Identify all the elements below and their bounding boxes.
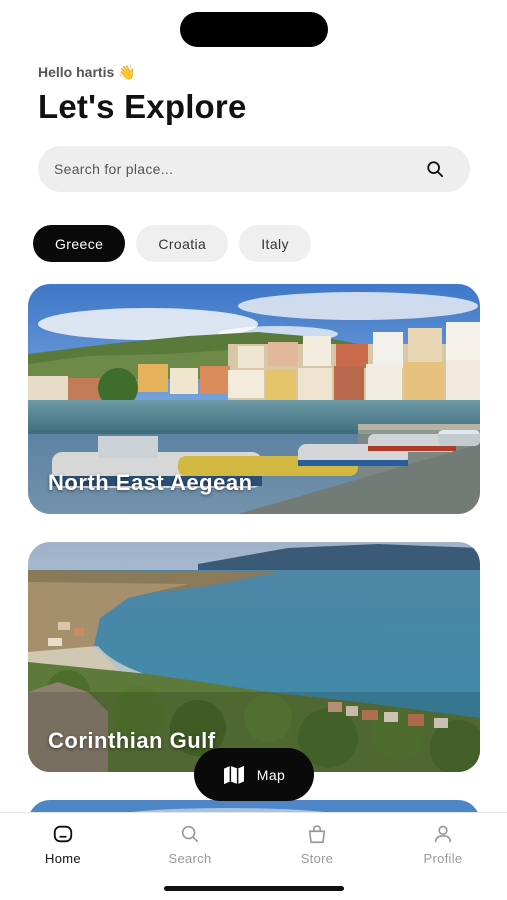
search-input[interactable] — [54, 146, 414, 192]
tab-search[interactable]: Search — [150, 823, 230, 866]
search-icon — [181, 825, 199, 843]
tab-store[interactable]: Store — [277, 823, 357, 866]
search-bar[interactable] — [38, 146, 470, 192]
chip-croatia[interactable]: Croatia — [136, 225, 229, 262]
place-name: North East Aegean — [48, 470, 253, 495]
search-icon[interactable] — [426, 160, 444, 178]
home-indicator[interactable] — [164, 886, 344, 891]
place-card-north-east-aegean[interactable]: North East Aegean — [28, 284, 480, 514]
map-button[interactable]: Map — [194, 748, 314, 801]
category-chips: Greece Croatia Italy — [33, 225, 311, 262]
greeting-text: Hello hartis 👋 — [38, 64, 136, 80]
tab-label: Home — [45, 851, 81, 866]
person-icon — [434, 825, 452, 843]
place-card-corinthian-gulf[interactable]: Corinthian Gulf — [28, 542, 480, 772]
map-icon — [223, 765, 244, 784]
tab-profile[interactable]: Profile — [403, 823, 483, 866]
tab-label: Profile — [423, 851, 463, 866]
page-title: Let's Explore — [38, 88, 247, 125]
home-icon — [53, 825, 73, 843]
chip-greece[interactable]: Greece — [33, 225, 126, 262]
tab-label: Search — [168, 851, 212, 866]
place-name: Corinthian Gulf — [48, 728, 216, 753]
tab-label: Store — [300, 851, 334, 866]
chip-italy[interactable]: Italy — [239, 225, 311, 262]
bag-icon — [308, 825, 326, 844]
tab-home[interactable]: Home — [23, 823, 103, 866]
dynamic-island — [180, 12, 328, 47]
map-button-label: Map — [256, 766, 286, 783]
